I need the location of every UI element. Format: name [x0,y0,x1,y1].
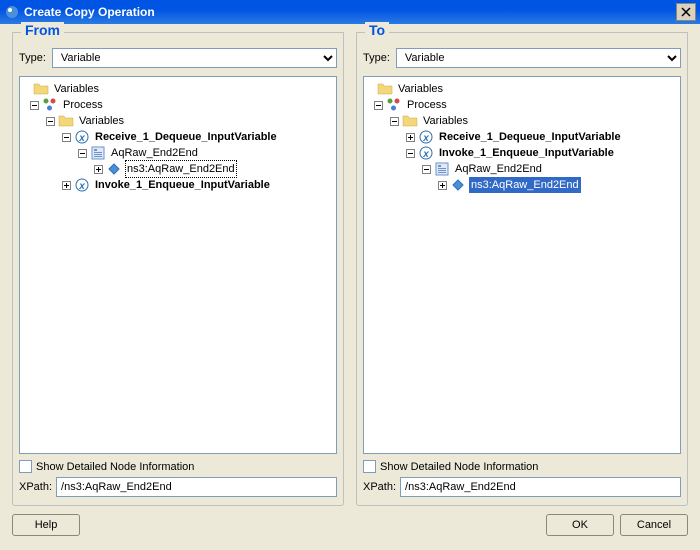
to-tree[interactable]: Variables Process Variables Receive_1_De… [363,76,681,454]
expander[interactable] [406,133,415,142]
tree-process[interactable]: Process [366,97,678,113]
from-type-select[interactable]: Variable [52,48,337,68]
help-button[interactable]: Help [12,514,80,536]
folder-icon [58,113,74,129]
tree-ns3-element[interactable]: ns3:AqRaw_End2End [366,177,678,193]
to-show-detail-label: Show Detailed Node Information [380,461,538,473]
expander[interactable] [62,181,71,190]
tree-root-variables[interactable]: Variables [366,81,678,97]
window-title: Create Copy Operation [24,5,676,19]
process-icon [42,97,58,113]
tree-process[interactable]: Process [22,97,334,113]
to-type-label: Type: [363,52,390,64]
from-xpath-label: XPath: [19,481,52,493]
to-show-detail-checkbox[interactable] [363,460,376,473]
from-type-label: Type: [19,52,46,64]
to-xpath-label: XPath: [363,481,396,493]
ok-button[interactable]: OK [546,514,614,536]
expander[interactable] [438,181,447,190]
element-icon [106,161,122,177]
part-icon [90,145,106,161]
folder-icon [377,81,393,97]
app-icon [4,4,20,20]
tree-root-variables[interactable]: Variables [22,81,334,97]
folder-icon [402,113,418,129]
tree-invoke-var[interactable]: Invoke_1_Enqueue_InputVariable [22,177,334,193]
titlebar: Create Copy Operation [0,0,700,24]
tree-invoke-var[interactable]: Invoke_1_Enqueue_InputVariable [366,145,678,161]
expander[interactable] [374,101,383,110]
expander[interactable] [30,101,39,110]
variable-icon [418,145,434,161]
from-xpath-input[interactable] [56,477,337,497]
expander[interactable] [94,165,103,174]
expander[interactable] [390,117,399,126]
from-show-detail-label: Show Detailed Node Information [36,461,194,473]
from-header: From [21,22,64,38]
to-header: To [365,22,389,38]
tree-aqraw-part[interactable]: AqRaw_End2End [366,161,678,177]
expander[interactable] [62,133,71,142]
element-icon [450,177,466,193]
to-type-select[interactable]: Variable [396,48,681,68]
variable-icon [74,129,90,145]
expander[interactable] [406,149,415,158]
variable-icon [74,177,90,193]
process-icon [386,97,402,113]
from-show-detail-checkbox[interactable] [19,460,32,473]
tree-ns3-element[interactable]: ns3:AqRaw_End2End [22,161,334,177]
part-icon [434,161,450,177]
to-panel: To Type: Variable Variables Process Vari… [356,32,688,506]
expander[interactable] [78,149,87,158]
from-panel: From Type: Variable Variables Process Va… [12,32,344,506]
tree-variables-inner[interactable]: Variables [22,113,334,129]
cancel-button[interactable]: Cancel [620,514,688,536]
tree-receive-var[interactable]: Receive_1_Dequeue_InputVariable [366,129,678,145]
close-button[interactable] [676,3,696,21]
expander[interactable] [46,117,55,126]
footer: Help OK Cancel [0,514,700,546]
from-tree[interactable]: Variables Process Variables Receive_1_De… [19,76,337,454]
tree-variables-inner[interactable]: Variables [366,113,678,129]
variable-icon [418,129,434,145]
expander[interactable] [422,165,431,174]
tree-receive-var[interactable]: Receive_1_Dequeue_InputVariable [22,129,334,145]
folder-icon [33,81,49,97]
tree-aqraw-part[interactable]: AqRaw_End2End [22,145,334,161]
to-xpath-input[interactable] [400,477,681,497]
